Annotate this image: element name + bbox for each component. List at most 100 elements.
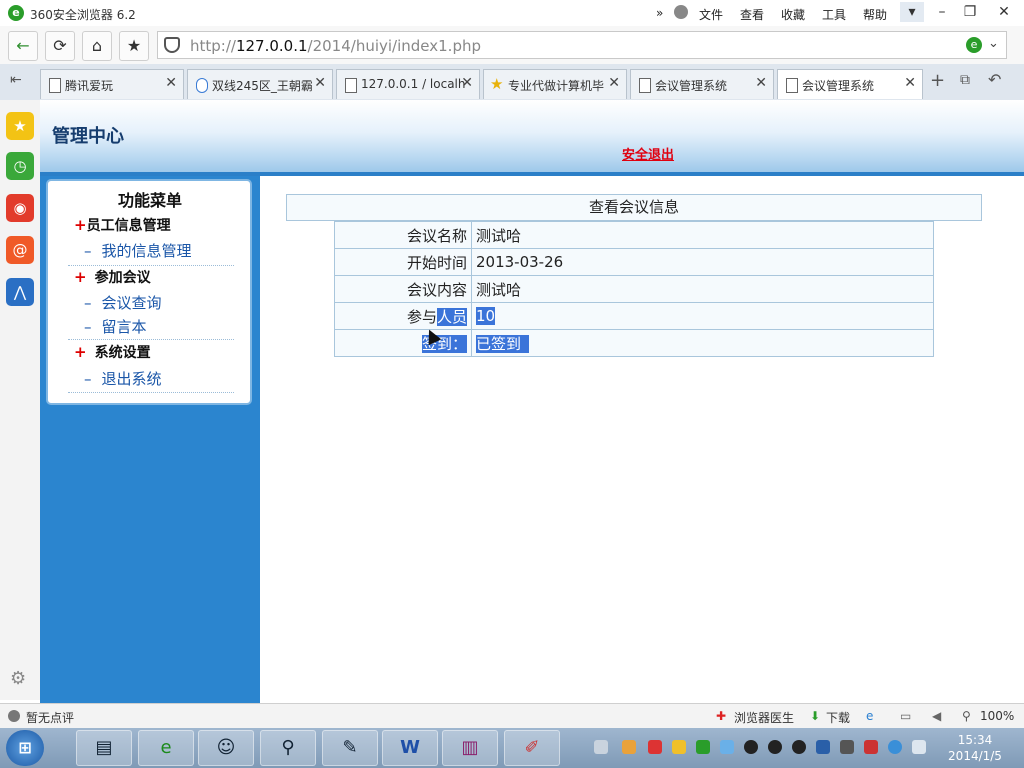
value-selected: 10 xyxy=(476,307,496,325)
tab-2[interactable]: 127.0.0.1 / localh ✕ xyxy=(336,69,480,99)
search-app-icon[interactable]: ⚲ xyxy=(260,730,316,766)
word-icon[interactable]: W xyxy=(382,730,438,766)
network-icon[interactable] xyxy=(840,740,854,754)
keyboard-icon[interactable] xyxy=(594,740,608,754)
menu-separator xyxy=(68,392,234,393)
360-browser-icon[interactable]: e xyxy=(138,730,194,766)
menu-view[interactable]: 查看 xyxy=(740,6,764,23)
browser-mode-icon[interactable]: e xyxy=(966,37,982,53)
favorites-star-icon[interactable]: ★ xyxy=(6,112,34,140)
item-label: 退出系统 xyxy=(101,370,162,388)
window-title: 360安全浏览器 6.2 xyxy=(30,8,136,22)
item-label: 我的信息管理 xyxy=(101,242,192,260)
mail-icon[interactable]: @ xyxy=(6,236,34,264)
ie-icon[interactable]: e xyxy=(866,709,873,723)
browser-title-bar: e 360安全浏览器 6.2 » 文件 查看 收藏 工具 帮助 ▾ – ❐ ✕ xyxy=(0,0,1024,26)
menu-item-meeting-query[interactable]: – 会议查询 xyxy=(84,292,162,313)
side-toolbar: ★ ◷ ◉ @ ⋀ ⚙ xyxy=(0,100,41,700)
more-menus-icon[interactable]: » xyxy=(656,6,663,20)
start-button[interactable]: ⊞ xyxy=(6,730,44,766)
undo-close-icon[interactable]: ↶ xyxy=(988,70,1001,89)
tray-app-icon[interactable] xyxy=(888,740,902,754)
avatar-app-icon[interactable]: ☺ xyxy=(198,730,254,766)
restore-tabs-icon[interactable]: ⧉ xyxy=(960,72,970,88)
tray-app-icon[interactable] xyxy=(720,740,734,754)
menu-item-my-info[interactable]: – 我的信息管理 xyxy=(84,240,192,261)
table-row: 会议名称 测试哈 xyxy=(334,221,934,249)
menu-section-settings[interactable]: + 系统设置 xyxy=(74,342,151,362)
url-text[interactable]: http://127.0.0.1/2014/huiyi/index1.php xyxy=(190,37,481,55)
new-tab-icon[interactable]: + xyxy=(930,70,945,91)
close-icon[interactable]: ✕ xyxy=(755,75,767,91)
restore-button[interactable]: ❐ xyxy=(958,2,982,22)
history-clock-icon[interactable]: ◷ xyxy=(6,152,34,180)
zoom-level[interactable]: 100% xyxy=(980,709,1014,723)
home-icon[interactable]: ⌂ xyxy=(82,31,112,61)
winrar-icon[interactable]: ▥ xyxy=(442,730,498,766)
chevron-down-icon[interactable]: ⌄ xyxy=(988,36,999,51)
menu-tools[interactable]: 工具 xyxy=(822,6,846,23)
menu-item-exit[interactable]: – 退出系统 xyxy=(84,368,162,389)
dash-icon: – xyxy=(84,242,92,260)
clock[interactable]: 15:34 2014/1/5 xyxy=(940,732,1010,764)
browser-doctor-button[interactable]: 浏览器医生 xyxy=(734,709,794,726)
menu-favorites[interactable]: 收藏 xyxy=(781,6,805,23)
minimize-button[interactable]: – xyxy=(930,2,954,22)
speaker-icon[interactable]: ◀ xyxy=(932,709,941,723)
row-value: 10 xyxy=(471,302,934,330)
close-icon[interactable]: ✕ xyxy=(608,75,620,91)
tray-app-icon[interactable] xyxy=(696,740,710,754)
favorite-star-icon[interactable]: ★ xyxy=(119,31,149,61)
tab-5-active[interactable]: 会议管理系统 ✕ xyxy=(777,69,923,99)
download-button[interactable]: 下载 xyxy=(826,709,850,726)
editor-app-icon[interactable]: ✐ xyxy=(504,730,560,766)
menu-title: 功能菜单 xyxy=(117,191,182,210)
tray-app-icon[interactable] xyxy=(622,740,636,754)
qq-icon[interactable] xyxy=(768,740,782,754)
tab-bar: ⇤ 腾讯爱玩 ✕ 双线245区_王朝霸 ✕ 127.0.0.1 / localh… xyxy=(0,64,1024,101)
sidebar-toggle-icon[interactable]: ⇤ xyxy=(10,72,22,88)
windows-taskbar: ⊞ ▤ e ☺ ⚲ ✎ W ▥ ✐ 15:34 2014/1/5 xyxy=(0,728,1024,768)
qq-icon[interactable] xyxy=(792,740,806,754)
settings-gear-icon[interactable]: ⚙ xyxy=(10,668,26,689)
menu-item-guestbook[interactable]: – 留言本 xyxy=(84,316,147,337)
menu-help[interactable]: 帮助 xyxy=(863,6,887,23)
chat-icon[interactable]: ⋀ xyxy=(6,278,34,306)
close-icon[interactable]: ✕ xyxy=(461,75,473,91)
volume-icon[interactable] xyxy=(912,740,926,754)
back-icon[interactable]: ← xyxy=(8,31,38,61)
explorer-icon[interactable]: ▤ xyxy=(76,730,132,766)
info-title: 查看会议信息 xyxy=(286,194,982,221)
row-label: 签到： xyxy=(334,329,472,357)
plus-icon: + xyxy=(74,268,87,286)
window-icon[interactable]: ▭ xyxy=(900,709,911,723)
address-input[interactable]: http://127.0.0.1/2014/huiyi/index1.php e… xyxy=(157,31,1007,59)
refresh-icon[interactable]: ⟳ xyxy=(45,31,75,61)
comment-status[interactable]: 暂无点评 xyxy=(26,709,74,726)
comment-icon xyxy=(8,710,20,722)
tab-0[interactable]: 腾讯爱玩 ✕ xyxy=(40,69,184,99)
tray-app-icon[interactable] xyxy=(816,740,830,754)
qq-icon[interactable] xyxy=(744,740,758,754)
menu-section-employee[interactable]: +员工信息管理 xyxy=(74,215,171,235)
weibo-icon[interactable]: ◉ xyxy=(6,194,34,222)
close-icon[interactable]: ✕ xyxy=(165,75,177,91)
star-icon: ★ xyxy=(490,75,504,93)
tray-app-icon[interactable] xyxy=(864,740,878,754)
logout-link[interactable]: 安全退出 xyxy=(622,144,674,163)
tab-4[interactable]: 会议管理系统 ✕ xyxy=(630,69,774,99)
notepad-icon[interactable]: ✎ xyxy=(322,730,378,766)
tab-1[interactable]: 双线245区_王朝霸 ✕ xyxy=(187,69,333,99)
item-label: 会议查询 xyxy=(101,294,162,312)
menu-section-meeting[interactable]: + 参加会议 xyxy=(74,267,151,287)
tray-app-icon[interactable] xyxy=(648,740,662,754)
close-icon[interactable]: ✕ xyxy=(314,75,326,91)
security-shield-icon[interactable] xyxy=(164,37,180,53)
tab-3[interactable]: ★ 专业代做计算机毕 ✕ xyxy=(483,69,627,99)
skin-icon[interactable]: ▾ xyxy=(900,2,924,22)
user-avatar-icon[interactable] xyxy=(674,5,688,19)
menu-file[interactable]: 文件 xyxy=(699,6,723,23)
shield-icon[interactable] xyxy=(672,740,686,754)
close-icon[interactable]: ✕ xyxy=(904,75,916,91)
close-window-button[interactable]: ✕ xyxy=(992,2,1016,22)
